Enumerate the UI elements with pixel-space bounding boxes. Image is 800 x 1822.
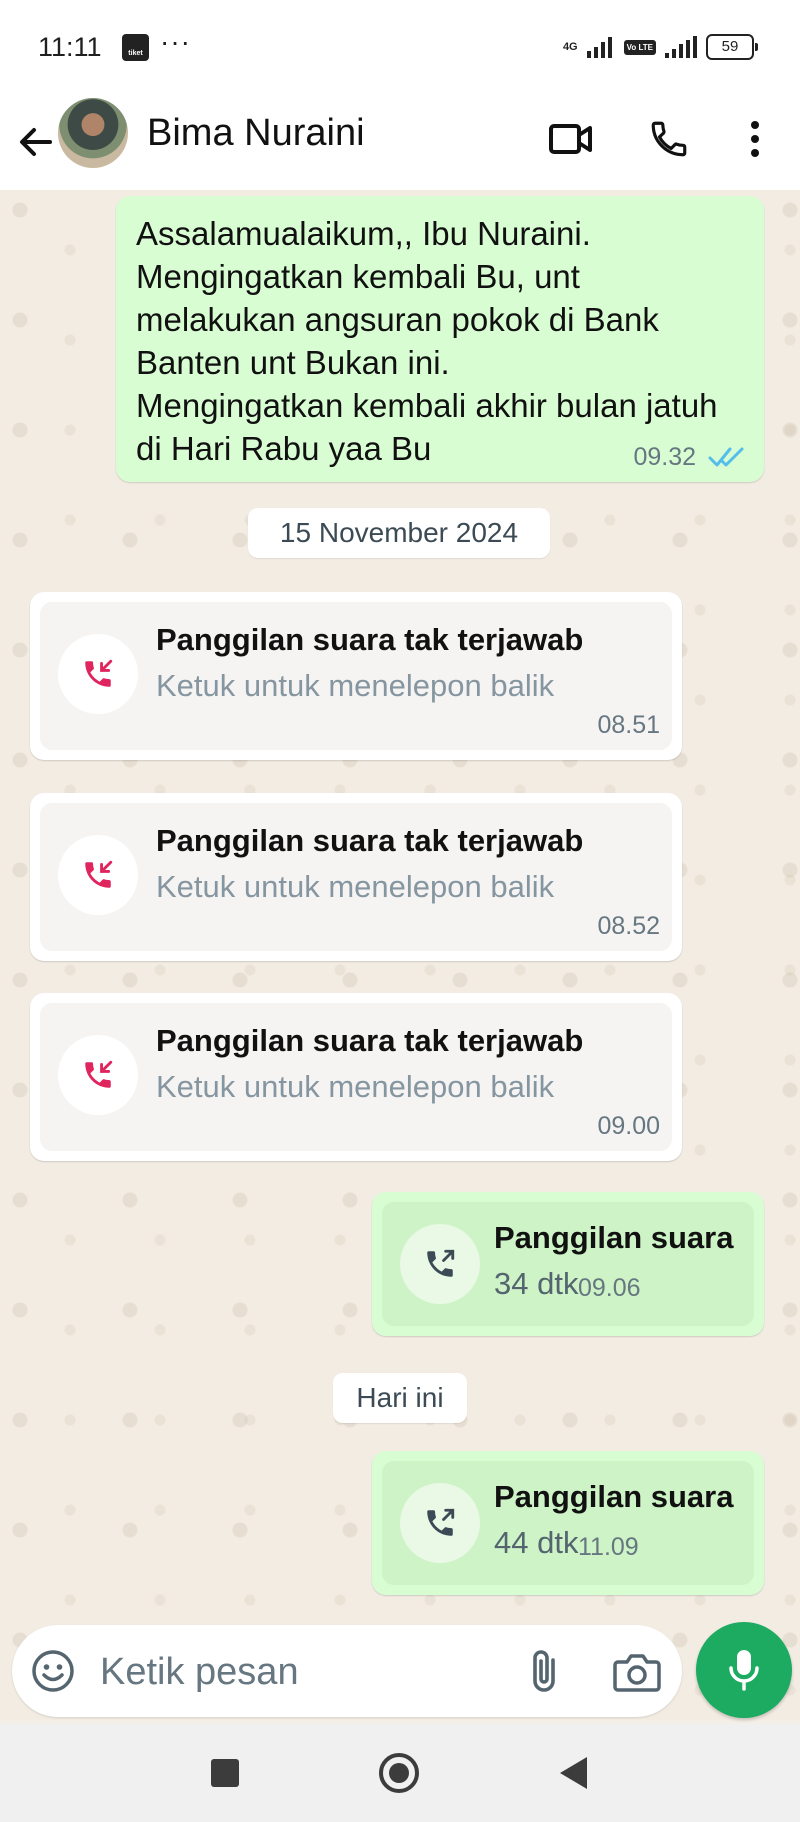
call-title: Panggilan suara tak terjawab (156, 823, 584, 858)
missed-call-card[interactable]: Panggilan suara tak terjawab Ketuk untuk… (40, 602, 672, 750)
volte-icon: Vo LTE (623, 39, 656, 55)
voice-call-button[interactable] (644, 114, 694, 164)
avatar[interactable] (58, 98, 128, 168)
call-time: 08.52 (597, 912, 660, 940)
status-time: 11:11 (38, 32, 102, 62)
status-bar: 11:11 tiket ··· 4G Vo LTE 59 (0, 0, 800, 92)
call-title: Panggilan suara tak terjawab (156, 1023, 584, 1058)
missed-call-bubble[interactable]: Panggilan suara tak terjawab Ketuk untuk… (30, 993, 682, 1161)
call-time: 09.00 (597, 1112, 660, 1140)
tiket-app-notification-icon: tiket (122, 34, 149, 61)
call-title: Panggilan suara tak terjawab (156, 622, 584, 657)
chat-header: Bima Nuraini (0, 92, 800, 191)
home-button[interactable] (376, 1750, 422, 1796)
missed-call-card[interactable]: Panggilan suara tak terjawab Ketuk untuk… (40, 1003, 672, 1151)
microphone-icon (729, 1650, 759, 1691)
home-circle-icon (379, 1753, 419, 1793)
camera-button[interactable] (612, 1649, 662, 1695)
more-notifications-icon: ··· (160, 26, 191, 57)
more-options-button[interactable] (730, 114, 780, 164)
call-time: 11.09 (578, 1533, 639, 1561)
video-call-button[interactable] (546, 114, 596, 164)
message-composer (12, 1625, 682, 1717)
missed-call-card[interactable]: Panggilan suara tak terjawab Ketuk untuk… (40, 803, 672, 951)
missed-call-icon-circle (58, 634, 138, 714)
missed-call-icon (85, 1060, 113, 1088)
outgoing-call-card[interactable]: Panggilan suara 34 dtk 09.06 (382, 1202, 754, 1326)
back-triangle-icon (560, 1757, 587, 1789)
signal-icon-2 (665, 36, 697, 58)
missed-call-bubble[interactable]: Panggilan suara tak terjawab Ketuk untuk… (30, 592, 682, 760)
missed-call-icon-circle (58, 1035, 138, 1115)
call-duration: 44 dtk (494, 1525, 579, 1560)
outgoing-call-bubble[interactable]: Panggilan suara 44 dtk 11.09 (372, 1451, 764, 1595)
phone-icon (651, 121, 687, 157)
missed-call-icon-circle (58, 835, 138, 915)
system-icons: 4G Vo LTE 59 (562, 34, 758, 60)
outgoing-call-icon-circle (400, 1224, 480, 1304)
date-chip: 15 November 2024 (248, 508, 550, 558)
back-button[interactable] (14, 120, 58, 164)
outgoing-call-card[interactable]: Panggilan suara 44 dtk 11.09 (382, 1461, 754, 1585)
emoji-icon (32, 1650, 74, 1692)
more-vert-icon (751, 121, 759, 157)
attach-button[interactable] (520, 1647, 568, 1695)
date-chip: Hari ini (333, 1373, 467, 1423)
missed-call-icon (85, 860, 113, 888)
call-duration: 34 dtk (494, 1266, 579, 1301)
call-subtitle: Ketuk untuk menelepon balik (156, 668, 555, 703)
back-arrow-icon (20, 128, 52, 156)
outgoing-call-icon (427, 1508, 455, 1536)
emoji-button[interactable] (30, 1648, 76, 1694)
missed-call-bubble[interactable]: Panggilan suara tak terjawab Ketuk untuk… (30, 793, 682, 961)
call-subtitle: Ketuk untuk menelepon balik (156, 869, 555, 904)
missed-call-icon (85, 659, 113, 687)
network-type-label: 4G (562, 40, 578, 53)
back-nav-button[interactable] (550, 1750, 596, 1796)
call-time: 09.06 (578, 1274, 641, 1302)
video-call-icon (549, 124, 592, 154)
call-time: 08.51 (597, 711, 660, 739)
recents-square-icon (211, 1759, 239, 1787)
camera-icon (613, 1654, 661, 1692)
system-navigation-bar (0, 1724, 800, 1822)
paperclip-icon (533, 1650, 555, 1692)
voice-message-button[interactable] (696, 1622, 792, 1718)
outgoing-call-icon-circle (400, 1483, 480, 1563)
message-bubble-outgoing[interactable]: Assalamualaikum,, Ibu Nuraini. Mengingat… (116, 196, 764, 482)
message-text: Assalamualaikum,, Ibu Nuraini. Mengingat… (136, 215, 718, 467)
signal-icon (586, 37, 612, 58)
recents-button[interactable] (202, 1750, 248, 1796)
contact-name[interactable]: Bima Nuraini (147, 112, 365, 155)
battery-icon: 59 (706, 34, 758, 60)
read-ticks-icon (708, 447, 744, 467)
message-input[interactable] (98, 1645, 502, 1699)
message-time: 09.32 (633, 443, 696, 471)
outgoing-call-bubble[interactable]: Panggilan suara 34 dtk 09.06 (372, 1192, 764, 1336)
call-title: Panggilan suara (494, 1479, 734, 1514)
call-title: Panggilan suara (494, 1220, 734, 1255)
chat-area[interactable]: Assalamualaikum,, Ibu Nuraini. Mengingat… (0, 190, 800, 1720)
outgoing-call-icon (427, 1249, 455, 1277)
call-subtitle: Ketuk untuk menelepon balik (156, 1069, 555, 1104)
